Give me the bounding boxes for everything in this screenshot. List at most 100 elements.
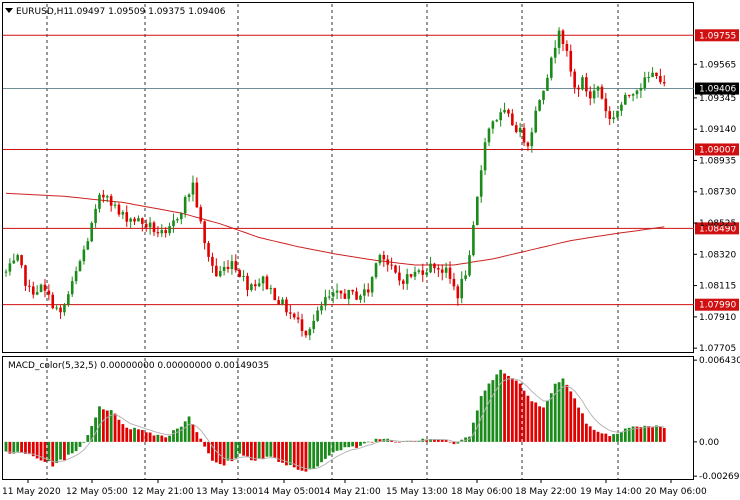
candle-body xyxy=(20,255,23,266)
time-label: 18 May 06:00 xyxy=(451,487,513,497)
macd-bar xyxy=(584,423,588,442)
candle-body xyxy=(43,284,47,291)
candle-body xyxy=(468,255,471,276)
candle-body xyxy=(429,263,432,273)
candle-body xyxy=(24,265,27,286)
macd-bar xyxy=(20,441,23,453)
candle-body xyxy=(390,264,393,266)
macd-bar xyxy=(304,441,308,472)
candle-body xyxy=(86,241,90,250)
macd-bar xyxy=(355,441,358,448)
candle-body xyxy=(518,127,522,133)
macd-bar xyxy=(530,401,534,442)
time-label: 15 May 13:00 xyxy=(386,487,448,497)
price-tick-label: 1.09140 xyxy=(699,125,736,135)
macd-bar xyxy=(343,441,347,448)
macd-bar xyxy=(320,441,323,463)
candle-body xyxy=(82,249,86,262)
macd-bar xyxy=(187,416,191,442)
candle-body xyxy=(534,110,538,133)
macd-bar xyxy=(518,383,522,442)
macd-bar xyxy=(133,427,136,442)
macd-bar xyxy=(125,427,129,442)
candle-body xyxy=(199,207,203,222)
macd-bar xyxy=(74,441,78,452)
price-tick-label: 1.08320 xyxy=(699,250,736,260)
symbol-timeframe[interactable]: EURUSD,H1 xyxy=(16,7,69,17)
macd-bar xyxy=(226,441,230,461)
macd-bar xyxy=(374,438,378,442)
macd-bar xyxy=(366,441,370,443)
time-label: 20 May 06:00 xyxy=(645,487,707,497)
macd-bar xyxy=(655,425,658,442)
candle-body xyxy=(113,204,117,206)
macd-bar xyxy=(370,441,374,443)
macd-histogram xyxy=(4,369,666,472)
candle-body xyxy=(234,261,238,271)
macd-bar xyxy=(66,441,70,455)
macd-bar xyxy=(569,391,573,442)
candle-body xyxy=(604,98,608,112)
candle-body xyxy=(55,307,58,309)
macd-bar xyxy=(47,441,51,462)
time-label: 14 May 21:00 xyxy=(319,487,381,497)
time-axis: 11 May 2020 12 May 05:00 12 May 21:00 13 Ma… xyxy=(2,480,707,497)
macd-bar xyxy=(101,409,105,442)
candle-body xyxy=(444,267,448,273)
price-tick-label: 1.09345 xyxy=(699,94,736,104)
candle-body xyxy=(273,288,277,301)
macd-bar xyxy=(662,427,666,442)
candle-body xyxy=(289,312,292,314)
macd-bar xyxy=(179,426,183,442)
candle-body xyxy=(464,275,467,279)
candle-body xyxy=(12,260,16,264)
candle-body xyxy=(226,266,230,270)
candle-body xyxy=(366,289,370,293)
macd-bar xyxy=(573,398,577,442)
macd-bar xyxy=(522,390,526,442)
macd-bar xyxy=(140,430,144,442)
candle-body xyxy=(624,94,627,105)
candle-body xyxy=(176,219,179,221)
candle-body xyxy=(662,82,666,84)
macd-bar xyxy=(483,390,487,442)
macd-bar xyxy=(191,424,195,442)
moving-average xyxy=(5,192,665,266)
candle-body xyxy=(659,75,662,83)
candle-body xyxy=(51,294,55,309)
candle-body xyxy=(215,265,218,277)
macd-bar xyxy=(596,431,600,442)
macd-bar xyxy=(448,441,452,443)
macd-bar xyxy=(581,413,584,442)
macd-bar xyxy=(137,429,140,442)
price-tick-label: 1.08935 xyxy=(699,156,736,166)
symbol-dropdown-icon[interactable] xyxy=(5,8,13,13)
level-label: 1.09007 xyxy=(699,145,736,155)
candle-body xyxy=(164,230,167,234)
candle-body xyxy=(105,196,109,198)
candle-body xyxy=(550,57,553,78)
macd-bar xyxy=(164,437,168,442)
time-label: 13 May 13:00 xyxy=(196,487,258,497)
candle-body xyxy=(31,286,35,295)
candle-body xyxy=(448,267,452,279)
macd-bar xyxy=(487,383,491,442)
candle-body xyxy=(320,305,323,311)
candle-body xyxy=(35,292,39,295)
macd-bar xyxy=(643,425,647,442)
macd-bar xyxy=(327,441,331,456)
candle-body xyxy=(277,300,280,305)
macd-bar xyxy=(359,441,362,446)
candle-body xyxy=(179,213,183,220)
candle-body xyxy=(456,286,460,299)
macd-bar xyxy=(658,426,662,442)
candle-body xyxy=(335,290,339,293)
candle-body xyxy=(437,268,440,270)
candle-body xyxy=(616,110,619,118)
candle-body xyxy=(394,265,397,273)
candle-body xyxy=(230,261,234,270)
candle-body xyxy=(542,90,545,101)
macd-bar xyxy=(156,434,160,442)
candle-body xyxy=(242,275,245,277)
macd-bar xyxy=(207,441,210,454)
